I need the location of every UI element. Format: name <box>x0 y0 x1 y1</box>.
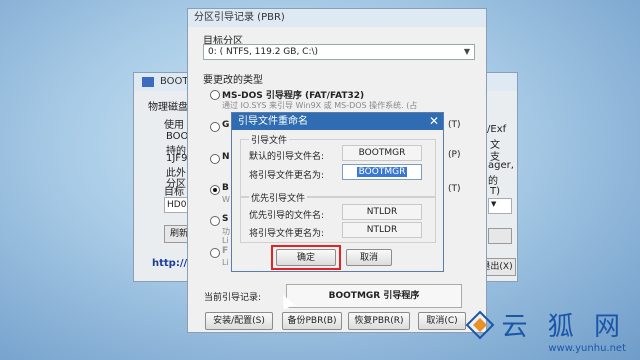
option-ntldr-radio[interactable] <box>210 154 220 164</box>
option-desc: W <box>222 195 230 204</box>
option-desc: Li <box>222 258 229 267</box>
current-record-label: 当前引导记录: <box>204 293 262 303</box>
right-text: ager, <box>488 160 514 171</box>
priority-file-group-title: 优先引导文件 <box>249 191 308 204</box>
priority-rename-input[interactable]: NTLDR <box>342 222 422 238</box>
option-desc: Li <box>222 236 229 245</box>
boot-file-group-title: 引导文件 <box>249 133 290 146</box>
partition-value: 0: ( NTFS, 119.2 GB, C:\) <box>208 47 319 57</box>
rename-to-label: 将引导文件更名为: <box>249 171 325 181</box>
rename-to-value: BOOTMGR <box>356 167 408 177</box>
change-type-label: 要更改的类型 <box>203 75 263 86</box>
restore-pbr-button[interactable]: 恢复PBR(R) <box>348 312 410 330</box>
rename-to-input[interactable]: BOOTMGR <box>342 164 422 180</box>
default-name-label: 默认的引导文件名: <box>249 152 325 162</box>
option-msdos-desc: 通过 IO.SYS 来引导 Win9X 或 MS-DOS 操作系统. (占 <box>222 101 418 110</box>
right-text: 的 <box>488 176 498 187</box>
bootice-title: BOOT <box>160 76 189 87</box>
option-title: B <box>222 183 229 193</box>
option-bootmgr-radio[interactable] <box>210 185 220 195</box>
option-msdos-radio[interactable] <box>210 90 220 100</box>
option-right-label: (T) <box>448 184 461 194</box>
default-name-value: BOOTMGR <box>342 145 422 161</box>
body-line: 1JF9 <box>166 153 188 164</box>
right-select[interactable]: ▼ <box>488 198 512 214</box>
ok-button[interactable]: 确定 <box>276 249 336 266</box>
tab-physical-disk[interactable]: 物理磁盘 <box>148 98 188 113</box>
target-label: 目标 <box>164 187 184 198</box>
watermark-logo-text: 云 狐 网 <box>501 312 626 342</box>
chevron-down-icon: ▼ <box>463 47 470 56</box>
option-right-label: (T) <box>448 120 461 130</box>
use-label: 使用 <box>164 120 184 131</box>
priority-name-value: NTLDR <box>342 204 422 220</box>
install-config-button[interactable]: 安装/配置(S) <box>205 312 273 330</box>
current-record-value: BOOTMGR 引导程序 <box>286 284 462 308</box>
cancel-button[interactable]: 取消(C) <box>418 312 466 330</box>
option-title: N <box>222 152 230 162</box>
watermark-logo-icon <box>466 310 495 340</box>
option-syslinux-radio[interactable] <box>210 216 220 226</box>
option-title: G <box>222 120 230 130</box>
right-text: T) <box>490 186 501 197</box>
option-other-radio[interactable] <box>210 248 220 258</box>
partition-select[interactable]: 0: ( NTFS, 119.2 GB, C:\) ▼ <box>203 44 475 60</box>
watermark-url: www.yunhu.net <box>548 343 626 354</box>
priority-name-label: 优先引导的文件名: <box>249 211 325 221</box>
rename-dialog-title: 引导文件重命名 <box>238 116 308 127</box>
bootice-app-icon <box>142 77 154 87</box>
priority-rename-label: 将引导文件更名为: <box>249 229 325 239</box>
option-title: S <box>222 214 229 224</box>
close-icon[interactable]: ✕ <box>429 113 439 130</box>
pbr-titlebar: 分区引导记录 (PBR) <box>188 9 486 27</box>
option-title: F <box>222 246 229 256</box>
option-grub-radio[interactable] <box>210 122 220 132</box>
rename-dialog-titlebar: 引导文件重命名 ✕ <box>232 113 443 130</box>
right-small-button[interactable] <box>488 228 512 244</box>
backup-pbr-button[interactable]: 备份PBR(B) <box>282 312 342 330</box>
dialog-cancel-button[interactable]: 取消 <box>346 249 392 266</box>
watermark: 云 狐 网 www.yunhu.net <box>466 306 626 354</box>
option-right-label: (P) <box>448 150 461 160</box>
right-text: /Exf <box>487 124 507 135</box>
